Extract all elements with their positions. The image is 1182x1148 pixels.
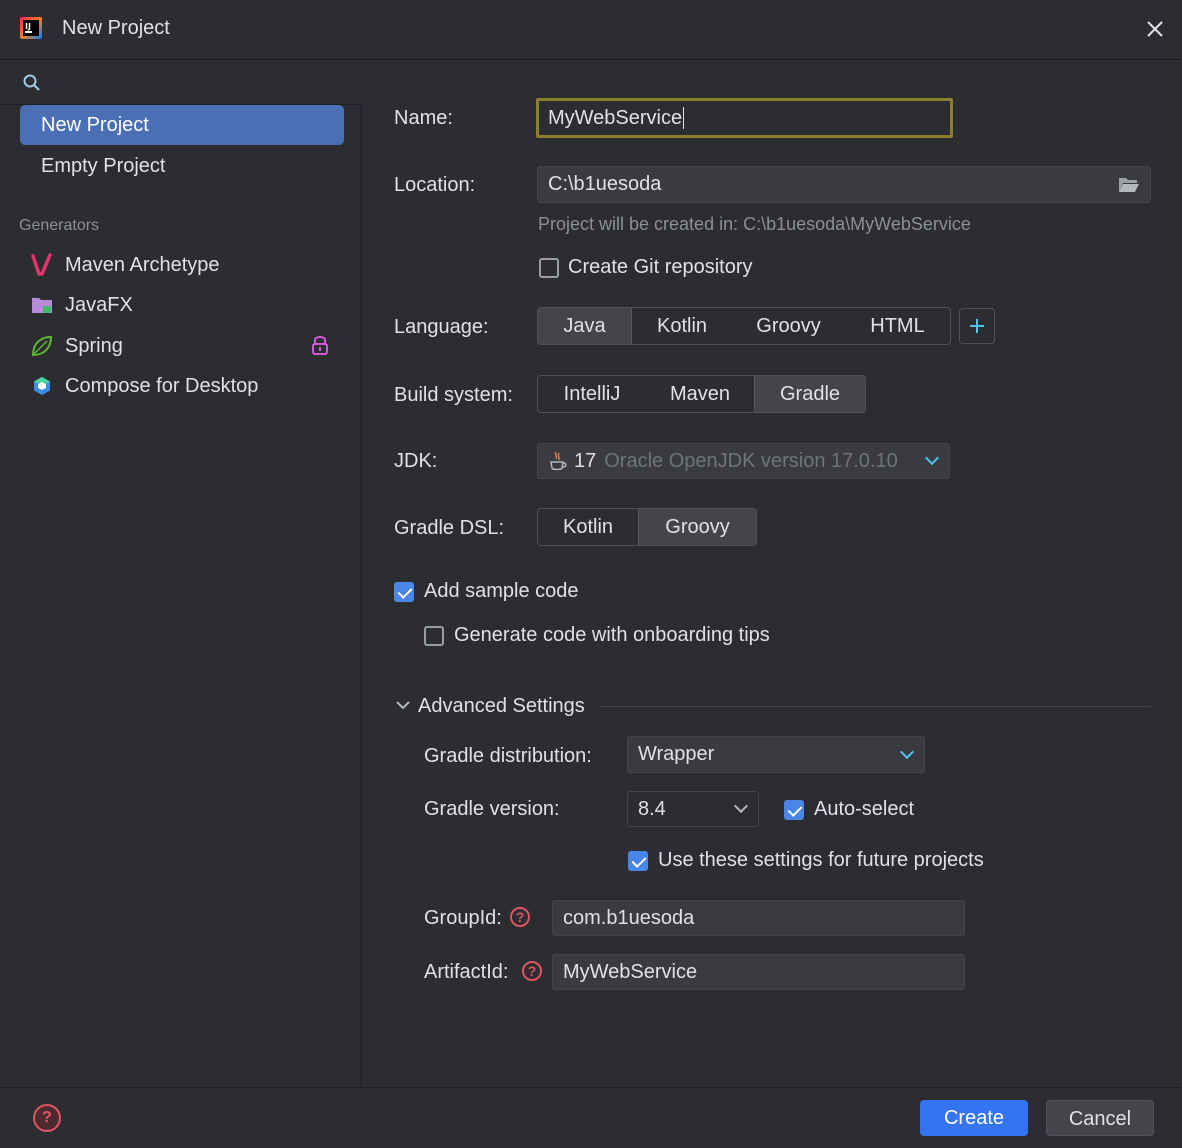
spring-leaf-icon xyxy=(30,334,54,358)
sidebar-item-new-project[interactable]: New Project xyxy=(20,105,344,145)
jdk-description: Oracle OpenJDK version 17.0.10 xyxy=(604,449,898,472)
future-settings-checkbox[interactable] xyxy=(628,851,648,871)
sidebar-item-empty-project[interactable]: Empty Project xyxy=(20,146,344,186)
auto-select-label: Auto-select xyxy=(814,798,915,820)
gradle-version-label: Gradle version: xyxy=(424,798,560,820)
sidebar: New Project Empty Project Generators Mav… xyxy=(0,61,362,1087)
groupid-help-icon[interactable]: ? xyxy=(510,907,530,927)
dsl-option-kotlin[interactable]: Kotlin xyxy=(538,509,638,545)
build-system-label: Build system: xyxy=(394,384,513,406)
close-icon[interactable] xyxy=(1140,14,1170,44)
folder-browse-icon[interactable] xyxy=(1118,176,1140,194)
help-button[interactable]: ? xyxy=(33,1104,61,1132)
location-label: Location: xyxy=(394,174,476,196)
add-language-button[interactable] xyxy=(959,308,995,344)
generator-label: JavaFX xyxy=(65,293,133,316)
sidebar-item-label: Empty Project xyxy=(41,155,166,177)
build-system-selector: IntelliJ Maven Gradle xyxy=(537,375,866,413)
name-label: Name: xyxy=(394,107,453,129)
name-value: MyWebService xyxy=(548,106,683,129)
cancel-button[interactable]: Cancel xyxy=(1046,1100,1154,1136)
gradle-distribution-value: Wrapper xyxy=(638,743,715,765)
generator-spring[interactable]: Spring xyxy=(30,326,350,366)
gradle-distribution-label: Gradle distribution: xyxy=(424,745,592,767)
add-sample-code-checkbox[interactable] xyxy=(394,582,414,602)
gradle-dsl-label: Gradle DSL: xyxy=(394,517,505,539)
javafx-folder-icon xyxy=(30,293,54,317)
dsl-option-groovy[interactable]: Groovy xyxy=(638,509,756,545)
plus-icon xyxy=(970,319,984,333)
jdk-version: 17 xyxy=(574,449,597,472)
window-title: New Project xyxy=(62,17,170,39)
chevron-down-icon[interactable] xyxy=(396,700,410,710)
generators-header: Generators xyxy=(19,217,100,234)
location-input[interactable]: C:\b1uesoda xyxy=(537,166,1151,203)
groupid-label: GroupId: xyxy=(424,907,502,929)
build-option-maven[interactable]: Maven xyxy=(646,376,754,412)
artifactid-value: MyWebService xyxy=(563,960,698,983)
groupid-input[interactable]: com.b1uesoda xyxy=(552,900,965,936)
chevron-down-icon xyxy=(899,744,915,759)
language-selector: Java Kotlin Groovy HTML xyxy=(537,307,951,345)
jdk-label: JDK: xyxy=(394,450,438,472)
gradle-dsl-selector: Kotlin Groovy xyxy=(537,508,757,546)
jdk-dropdown[interactable]: 17 Oracle OpenJDK version 17.0.10 xyxy=(537,443,950,479)
lock-icon xyxy=(312,336,328,355)
artifactid-input[interactable]: MyWebService xyxy=(552,954,965,990)
artifactid-label: ArtifactId: xyxy=(424,961,509,983)
generator-javafx[interactable]: JavaFX xyxy=(30,285,350,325)
advanced-settings-header[interactable]: Advanced Settings xyxy=(418,695,585,718)
compose-icon xyxy=(30,374,54,398)
maven-icon xyxy=(30,253,54,277)
java-cup-icon xyxy=(550,451,567,471)
chevron-down-icon xyxy=(924,450,940,466)
generator-maven-archetype[interactable]: Maven Archetype xyxy=(30,245,350,285)
language-option-kotlin[interactable]: Kotlin xyxy=(632,308,732,344)
gradle-version-dropdown[interactable]: 8.4 xyxy=(627,791,759,827)
auto-select-checkbox[interactable] xyxy=(784,800,804,820)
groupid-value: com.b1uesoda xyxy=(563,906,695,929)
dialog-footer: ? Create Cancel xyxy=(0,1087,1182,1148)
create-git-label: Create Git repository xyxy=(568,256,753,278)
generator-label: Spring xyxy=(65,334,123,357)
onboarding-tips-label: Generate code with onboarding tips xyxy=(454,624,770,646)
advanced-separator xyxy=(599,706,1151,707)
title-bar: IJ New Project xyxy=(0,0,1182,60)
language-option-groovy[interactable]: Groovy xyxy=(732,308,845,344)
location-value: C:\b1uesoda xyxy=(548,173,662,195)
project-settings-panel: Name: MyWebService Location: C:\b1uesoda… xyxy=(363,61,1182,1087)
search-bar xyxy=(0,61,362,105)
search-input[interactable] xyxy=(48,67,348,99)
generator-compose-desktop[interactable]: Compose for Desktop xyxy=(30,366,350,406)
create-button[interactable]: Create xyxy=(920,1100,1028,1136)
language-option-java[interactable]: Java xyxy=(538,308,632,344)
gradle-distribution-dropdown[interactable]: Wrapper xyxy=(627,736,925,773)
onboarding-tips-checkbox[interactable] xyxy=(424,626,444,646)
gradle-version-value: 8.4 xyxy=(638,797,666,820)
chevron-down-icon xyxy=(733,798,749,814)
search-icon xyxy=(23,74,40,91)
location-hint: Project will be created in: C:\b1uesoda\… xyxy=(538,214,971,234)
create-git-checkbox[interactable] xyxy=(539,258,559,278)
name-input[interactable]: MyWebService xyxy=(536,98,953,138)
build-option-intellij[interactable]: IntelliJ xyxy=(538,376,646,412)
language-label: Language: xyxy=(394,316,489,338)
future-settings-label: Use these settings for future projects xyxy=(658,849,984,871)
text-cursor xyxy=(683,107,685,129)
intellij-logo-icon: IJ xyxy=(20,17,42,39)
add-sample-code-label: Add sample code xyxy=(424,580,579,602)
generator-label: Maven Archetype xyxy=(65,253,220,276)
artifactid-help-icon[interactable]: ? xyxy=(522,961,542,981)
sidebar-item-label: New Project xyxy=(41,114,149,136)
svg-text:IJ: IJ xyxy=(25,22,31,31)
build-option-gradle[interactable]: Gradle xyxy=(754,376,865,412)
generator-label: Compose for Desktop xyxy=(65,374,259,397)
language-option-html[interactable]: HTML xyxy=(845,308,950,344)
